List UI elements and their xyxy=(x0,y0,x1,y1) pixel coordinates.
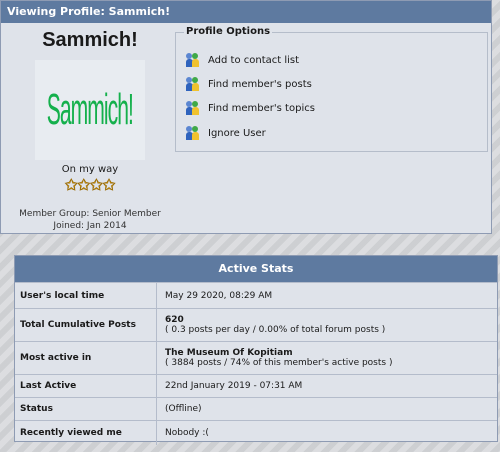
stat-label: Most active in xyxy=(15,342,157,374)
username: Sammich! xyxy=(42,29,138,51)
ignore-user-link[interactable]: Ignore User xyxy=(186,126,266,140)
stat-value: 22nd January 2019 - 07:31 AM xyxy=(165,381,303,391)
stat-value: 620 xyxy=(165,315,184,325)
table-row: User's local time May 29 2020, 08:29 AM xyxy=(15,282,497,308)
add-contact-label: Add to contact list xyxy=(208,54,300,66)
find-topics-label: Find member's topics xyxy=(208,102,315,114)
find-posts-link[interactable]: Find member's posts xyxy=(186,77,312,91)
contact-icon xyxy=(186,53,200,67)
member-group: Member Group: Senior Member xyxy=(19,209,161,219)
profile-sidebar: Sammich! Sammich! On my way ✩✩✩✩ Member … xyxy=(15,25,165,232)
find-posts-label: Find member's posts xyxy=(208,78,312,90)
ignore-user-label: Ignore User xyxy=(208,127,266,139)
stat-label: User's local time xyxy=(15,283,157,308)
joined-date: Joined: Jan 2014 xyxy=(53,221,127,231)
stat-label: Total Cumulative Posts xyxy=(15,309,157,341)
stat-detail: ( 3884 posts / 74% of this member's acti… xyxy=(165,358,393,368)
contact-icon xyxy=(186,101,200,115)
stat-detail: ( 0.3 posts per day / 0.00% of total for… xyxy=(165,325,386,335)
rank-title: On my way xyxy=(61,164,119,175)
active-stats-title: Active Stats xyxy=(15,256,497,282)
status-value: (Offline) xyxy=(165,404,202,414)
rating-stars: ✩✩✩✩ xyxy=(64,176,116,195)
profile-options-legend: Profile Options xyxy=(184,26,273,37)
table-row: Most active in The Museum Of Kopitiam( 3… xyxy=(15,341,497,374)
avatar: Sammich! xyxy=(35,60,145,160)
profile-panel: Viewing Profile: Sammich! Sammich! Sammi… xyxy=(0,0,492,234)
contact-icon xyxy=(186,126,200,140)
table-row: Last Active 22nd January 2019 - 07:31 AM xyxy=(15,374,497,397)
stat-value: Nobody :( xyxy=(165,428,209,438)
stat-label: Recently viewed me xyxy=(15,421,157,445)
table-row: Recently viewed me Nobody :( xyxy=(15,420,497,445)
find-topics-link[interactable]: Find member's topics xyxy=(186,101,315,115)
most-active-forum-link[interactable]: The Museum Of Kopitiam xyxy=(165,348,392,358)
table-row: Status (Offline) xyxy=(15,397,497,420)
active-stats-panel: Active Stats User's local time May 29 20… xyxy=(14,255,498,445)
stat-label: Last Active xyxy=(15,375,157,397)
profile-title: Viewing Profile: Sammich! xyxy=(1,1,491,23)
avatar-text: Sammich! xyxy=(46,85,134,134)
table-row: Total Cumulative Posts 620( 0.3 posts pe… xyxy=(15,308,497,341)
profile-options: Profile Options Add to contact list Find… xyxy=(175,26,488,152)
contact-icon xyxy=(186,77,200,91)
add-contact-link[interactable]: Add to contact list xyxy=(186,53,299,67)
stat-value: May 29 2020, 08:29 AM xyxy=(165,290,273,301)
stat-label: Status xyxy=(15,398,157,420)
